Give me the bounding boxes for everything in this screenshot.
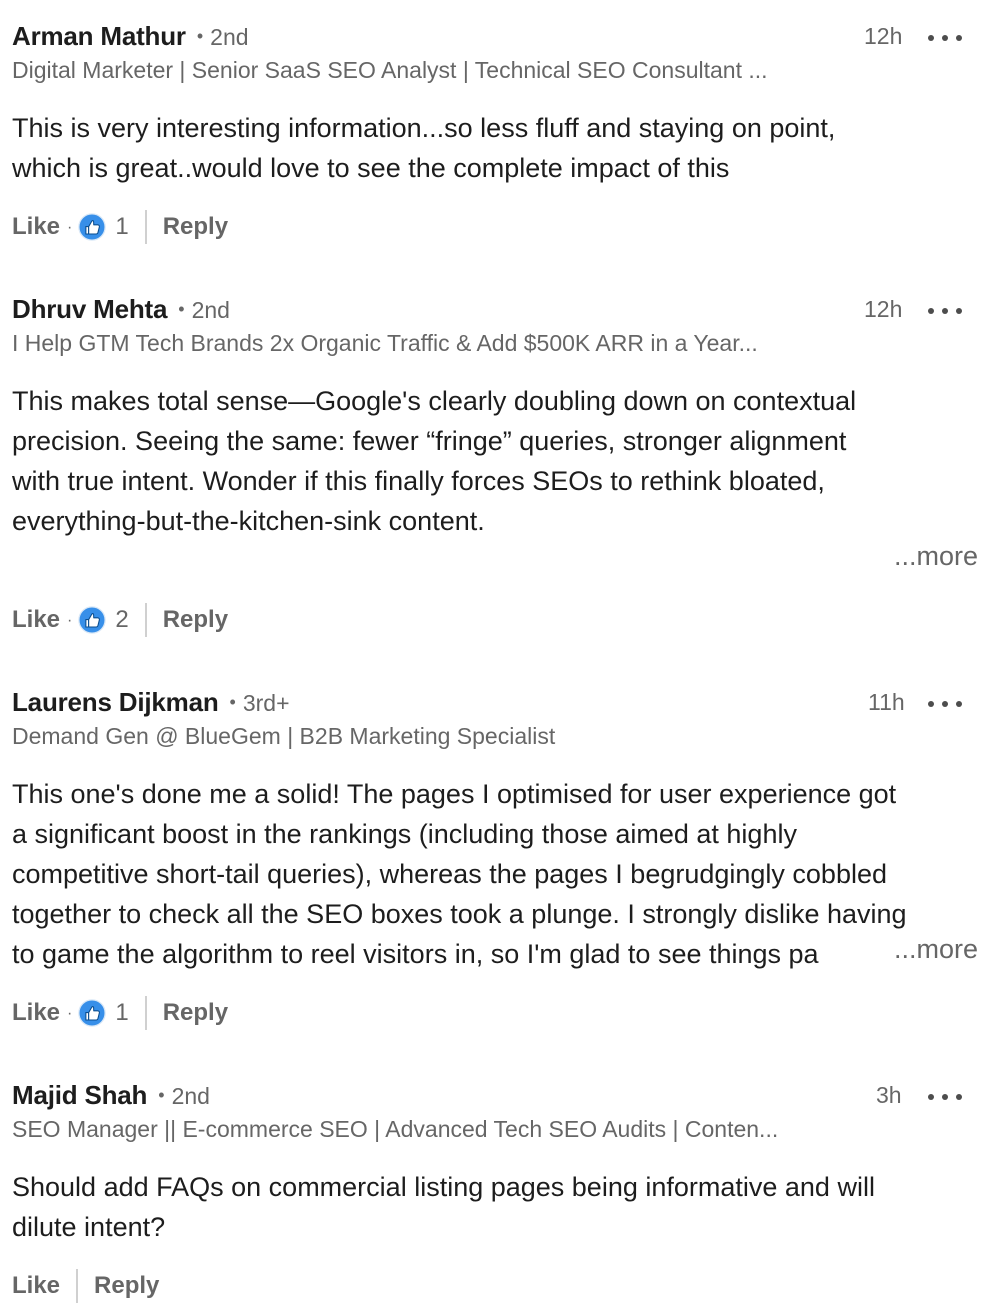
author-name[interactable]: Majid Shah [12,1080,147,1111]
comment-text-line: everything-but-the-kitchen-sink content. [12,506,485,536]
comment-actions: Like Reply [12,1268,159,1304]
comment-text-line: a significant boost in the rankings (inc… [12,819,797,849]
degree-separator: • [158,1085,165,1105]
degree-separator: • [196,26,204,46]
comment-text: Should add FAQs on commercial listing pa… [12,1167,982,1247]
connection-degree: 2nd [210,24,249,50]
comment-text: This is very interesting information...s… [12,108,982,188]
action-separator: · [67,219,73,236]
like-thumb-icon [78,999,107,1027]
more-options-icon[interactable] [928,304,962,318]
comment-actions: Like · 1 Reply [12,209,228,245]
action-separator: · [67,612,73,629]
comment-header: Arman Mathur • 2nd [12,21,249,61]
comment-text: This one's done me a solid! The pages I … [12,774,982,974]
comment-time: 12h [864,296,903,322]
author-name[interactable]: Dhruv Mehta [12,294,167,325]
like-button[interactable]: Like [12,213,60,241]
comment-text-line: Should add FAQs on commercial listing pa… [12,1172,875,1202]
reaction-count[interactable]: 1 [115,213,128,241]
comment-item: Arman Mathur • 2nd 12h Digital Marketer … [0,21,1004,251]
like-thumb-icon [78,213,107,241]
connection-degree: 2nd [171,1083,210,1109]
author-name[interactable]: Arman Mathur [12,21,186,52]
comment-text-line: to game the algorithm to reel visitors i… [12,939,819,969]
comment-text-line: This makes total sense—Google's clearly … [12,386,857,416]
see-more-link[interactable]: ...more [885,934,978,965]
comment-item: Majid Shah • 2nd 3h SEO Manager || E-com… [0,1080,1004,1308]
reply-button[interactable]: Reply [163,606,228,634]
author-headline: Demand Gen @ BlueGem | B2B Marketing Spe… [12,723,556,749]
comment-text-line: which is great..would love to see the co… [12,153,730,183]
like-button[interactable]: Like [12,1272,60,1300]
degree-separator: • [178,299,185,319]
comment-actions: Like · 2 Reply [12,602,228,638]
degree-separator: • [229,692,236,712]
comment-actions: Like · 1 Reply [12,995,228,1031]
more-options-icon[interactable] [928,1090,962,1104]
connection-degree: 3rd+ [242,690,290,716]
comment-header: Laurens Dijkman • 3rd+ [12,687,290,727]
action-divider [144,996,147,1030]
comment-time: 12h [864,23,903,49]
comment-header: Dhruv Mehta • 2nd [12,294,230,334]
author-headline: I Help GTM Tech Brands 2x Organic Traffi… [12,330,758,356]
connection-degree: 2nd [191,297,230,323]
like-button[interactable]: Like [12,999,60,1027]
comment-text-line: dilute intent? [12,1212,166,1242]
reply-button[interactable]: Reply [163,999,228,1027]
action-divider [144,210,147,244]
comment-time: 3h [876,1082,902,1108]
comment-text-line: with true intent. Wonder if this finally… [12,466,825,496]
comment-header: Majid Shah • 2nd [12,1080,210,1120]
see-more-link[interactable]: ...more [885,541,978,572]
author-headline: Digital Marketer | Senior SaaS SEO Analy… [12,57,768,83]
comment-item: Laurens Dijkman • 3rd+ 11h Demand Gen @ … [0,687,1004,1037]
reaction-count[interactable]: 1 [115,999,128,1027]
comment-text-line: together to check all the SEO boxes took… [12,899,907,929]
comment-text-line: This one's done me a solid! The pages I … [12,779,897,809]
reaction-count[interactable]: 2 [115,606,128,634]
action-separator: · [67,1005,73,1022]
comment-text-line: This is very interesting information...s… [12,113,836,143]
like-thumb-icon [78,606,107,634]
reply-button[interactable]: Reply [163,213,228,241]
more-options-icon[interactable] [928,697,962,711]
action-divider [76,1269,79,1303]
like-button[interactable]: Like [12,606,60,634]
comment-item: Dhruv Mehta • 2nd 12h I Help GTM Tech Br… [0,294,1004,644]
comment-text-line: competitive short-tail queries), whereas… [12,859,887,889]
author-name[interactable]: Laurens Dijkman [12,687,219,718]
comment-time: 11h [868,689,905,715]
reply-button[interactable]: Reply [94,1272,159,1300]
comments-feed: Arman Mathur • 2nd 12h Digital Marketer … [0,0,1004,1308]
author-headline: SEO Manager || E-commerce SEO | Advanced… [12,1116,779,1142]
more-options-icon[interactable] [928,31,962,45]
action-divider [144,603,147,637]
comment-text: This makes total sense—Google's clearly … [12,381,982,541]
comment-text-line: precision. Seeing the same: fewer “fring… [12,426,847,456]
